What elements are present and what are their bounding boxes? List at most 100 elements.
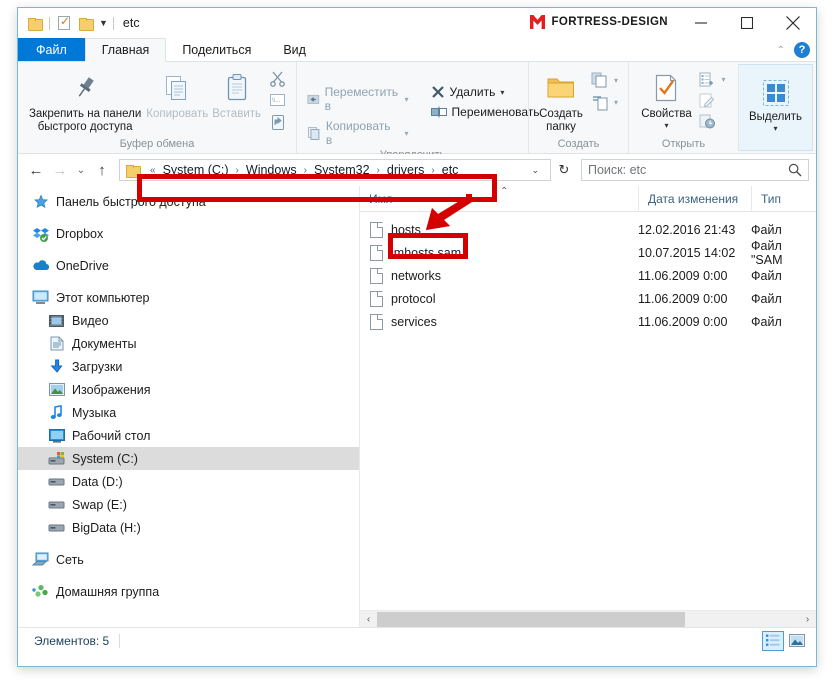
navigation-pane[interactable]: Панель быстрого доступа Dropbox OneDrive… (18, 186, 359, 627)
table-row[interactable]: protocol 11.06.2009 0:00 Файл (360, 287, 816, 310)
refresh-button[interactable]: ↻ (553, 162, 575, 178)
open-with-caret-icon[interactable]: ▾ (721, 75, 725, 84)
tab-home[interactable]: Главная (84, 38, 167, 62)
details-view-button[interactable] (762, 630, 784, 651)
column-header-name-label: Имя (369, 191, 393, 206)
sidebar-item-swap-e[interactable]: Swap (E:) (18, 493, 359, 516)
scroll-thumb[interactable] (377, 611, 686, 627)
history-button[interactable] (695, 112, 729, 131)
properties-icon[interactable] (53, 12, 75, 34)
breadcrumb[interactable]: « System (C:) › Windows › System32 › dri… (119, 159, 551, 181)
scroll-left-arrow[interactable]: ‹ (360, 614, 377, 625)
properties-caret-icon[interactable]: ▾ (664, 121, 668, 130)
easy-access-caret-icon[interactable]: ▾ (614, 98, 618, 107)
select-caret-icon[interactable]: ▾ (773, 124, 777, 133)
sidebar-item-dropbox[interactable]: Dropbox (18, 222, 359, 245)
search-box[interactable]: Поиск: etc (581, 159, 809, 181)
sidebar-label: Этот компьютер (56, 290, 150, 305)
breadcrumb-item-windows[interactable]: Windows (244, 163, 299, 177)
properties-button[interactable]: Свойства ▾ (637, 66, 695, 132)
search-input[interactable]: Поиск: etc (588, 163, 788, 177)
easy-access-button[interactable]: ▾ (587, 92, 622, 113)
sidebar-item-bigdata-h[interactable]: BigData (H:) (18, 516, 359, 539)
pin-to-quick-access-button[interactable]: Закрепить на панели быстрого доступа (24, 66, 146, 136)
paste-button[interactable]: Вставить (208, 66, 265, 123)
minimize-button[interactable] (678, 8, 724, 38)
collapse-ribbon-icon[interactable]: ⌃ (777, 45, 785, 56)
new-folder-icon[interactable] (75, 12, 97, 34)
file-name-cell: networks (360, 267, 638, 284)
table-row[interactable]: networks 11.06.2009 0:00 Файл (360, 264, 816, 287)
system-drive-icon (48, 450, 65, 467)
breadcrumb-item-system-c[interactable]: System (C:) (161, 163, 231, 177)
edit-button[interactable] (695, 91, 729, 110)
new-folder-label-2: папку (546, 121, 576, 133)
up-button[interactable]: ↑ (91, 159, 113, 181)
customize-caret-icon[interactable]: ▼ (97, 18, 110, 28)
paste-shortcut-button[interactable] (265, 111, 290, 133)
scroll-right-arrow[interactable]: › (799, 614, 816, 625)
column-header-name[interactable]: Имя ⌃ (360, 186, 638, 212)
new-folder-label-1: Создать (539, 108, 583, 120)
sidebar-item-network[interactable]: Сеть (18, 548, 359, 571)
column-header-type[interactable]: Тип (751, 185, 816, 212)
breadcrumb-dropdown-icon[interactable]: ⌄ (524, 165, 546, 176)
sidebar-item-documents[interactable]: Документы (18, 332, 359, 355)
delete-caret-icon[interactable]: ▾ (500, 88, 504, 97)
tab-share[interactable]: Поделиться (166, 38, 267, 61)
horizontal-scrollbar[interactable]: ‹ › (360, 610, 816, 627)
copy-to-button[interactable]: Копировать в ▾ (303, 117, 413, 149)
forward-button[interactable]: → (49, 159, 71, 181)
maximize-button[interactable] (724, 8, 770, 38)
recent-locations-button[interactable]: ⌄ (73, 159, 89, 181)
sidebar-item-music[interactable]: Музыка (18, 401, 359, 424)
open-with-button[interactable]: ▾ (695, 70, 729, 89)
sidebar-label: Загрузки (72, 359, 123, 374)
copy-to-caret-icon[interactable]: ▾ (405, 129, 409, 138)
cut-button[interactable] (265, 68, 290, 89)
scroll-track[interactable] (377, 611, 799, 628)
file-name-cell: protocol (360, 290, 638, 307)
breadcrumb-item-drivers[interactable]: drivers (385, 163, 427, 177)
breadcrumb-item-system32[interactable]: System32 (312, 163, 372, 177)
sidebar-item-desktop[interactable]: Рабочий стол (18, 424, 359, 447)
column-header-date[interactable]: Дата изменения (638, 185, 751, 212)
sidebar-item-data-d[interactable]: Data (D:) (18, 470, 359, 493)
new-item-caret-icon[interactable]: ▾ (614, 76, 618, 85)
back-button[interactable]: ← (25, 159, 47, 181)
large-icons-view-button[interactable] (786, 631, 808, 651)
table-row[interactable]: services 11.06.2009 0:00 Файл (360, 310, 816, 333)
move-to-caret-icon[interactable]: ▾ (405, 95, 409, 104)
sidebar-item-video[interactable]: Видео (18, 309, 359, 332)
column-header-type-label: Тип (761, 191, 782, 206)
rename-button[interactable]: Переименовать (427, 103, 544, 121)
sidebar-item-pictures[interactable]: Изображения (18, 378, 359, 401)
tab-view[interactable]: Вид (267, 38, 322, 61)
sidebar-item-homegroup[interactable]: Домашняя группа (18, 580, 359, 603)
breadcrumb-item-etc[interactable]: etc (440, 163, 461, 177)
breadcrumb-overflow[interactable]: « (145, 165, 161, 176)
select-button[interactable]: Выделить ▾ (745, 69, 806, 135)
sidebar-item-quick-access[interactable]: Панель быстрого доступа (18, 190, 359, 213)
easy-access-icon (592, 96, 608, 111)
help-icon[interactable]: ? (794, 42, 810, 58)
explorer-window: ▼ etc FORTRESS-DESIGN Файл (17, 7, 817, 667)
sidebar-item-system-c[interactable]: System (C:) (18, 447, 359, 470)
table-row[interactable]: hosts 12.02.2016 21:43 Файл (360, 218, 816, 241)
file-list-pane[interactable]: Имя ⌃ Дата изменения Тип hosts 12.02.201… (360, 185, 816, 627)
new-item-button[interactable]: ▾ (587, 70, 622, 90)
new-folder-button[interactable]: Создать папку (535, 66, 587, 136)
move-to-button[interactable]: Переместить в ▾ (303, 83, 413, 115)
delete-button[interactable]: Удалить ▾ (427, 83, 544, 101)
copy-path-button[interactable]: \\... (265, 91, 290, 109)
sidebar-item-this-pc[interactable]: Этот компьютер (18, 286, 359, 309)
folder-icon[interactable] (24, 12, 46, 34)
copy-button[interactable]: Копировать (146, 66, 208, 123)
file-name-cell: hosts (360, 221, 638, 238)
table-row[interactable]: lmhosts.sam 10.07.2015 14:02 Файл "SAM (360, 239, 816, 267)
tab-file[interactable]: Файл (18, 38, 85, 61)
sidebar-item-downloads[interactable]: Загрузки (18, 355, 359, 378)
sidebar-item-onedrive[interactable]: OneDrive (18, 254, 359, 277)
close-button[interactable] (770, 8, 816, 38)
